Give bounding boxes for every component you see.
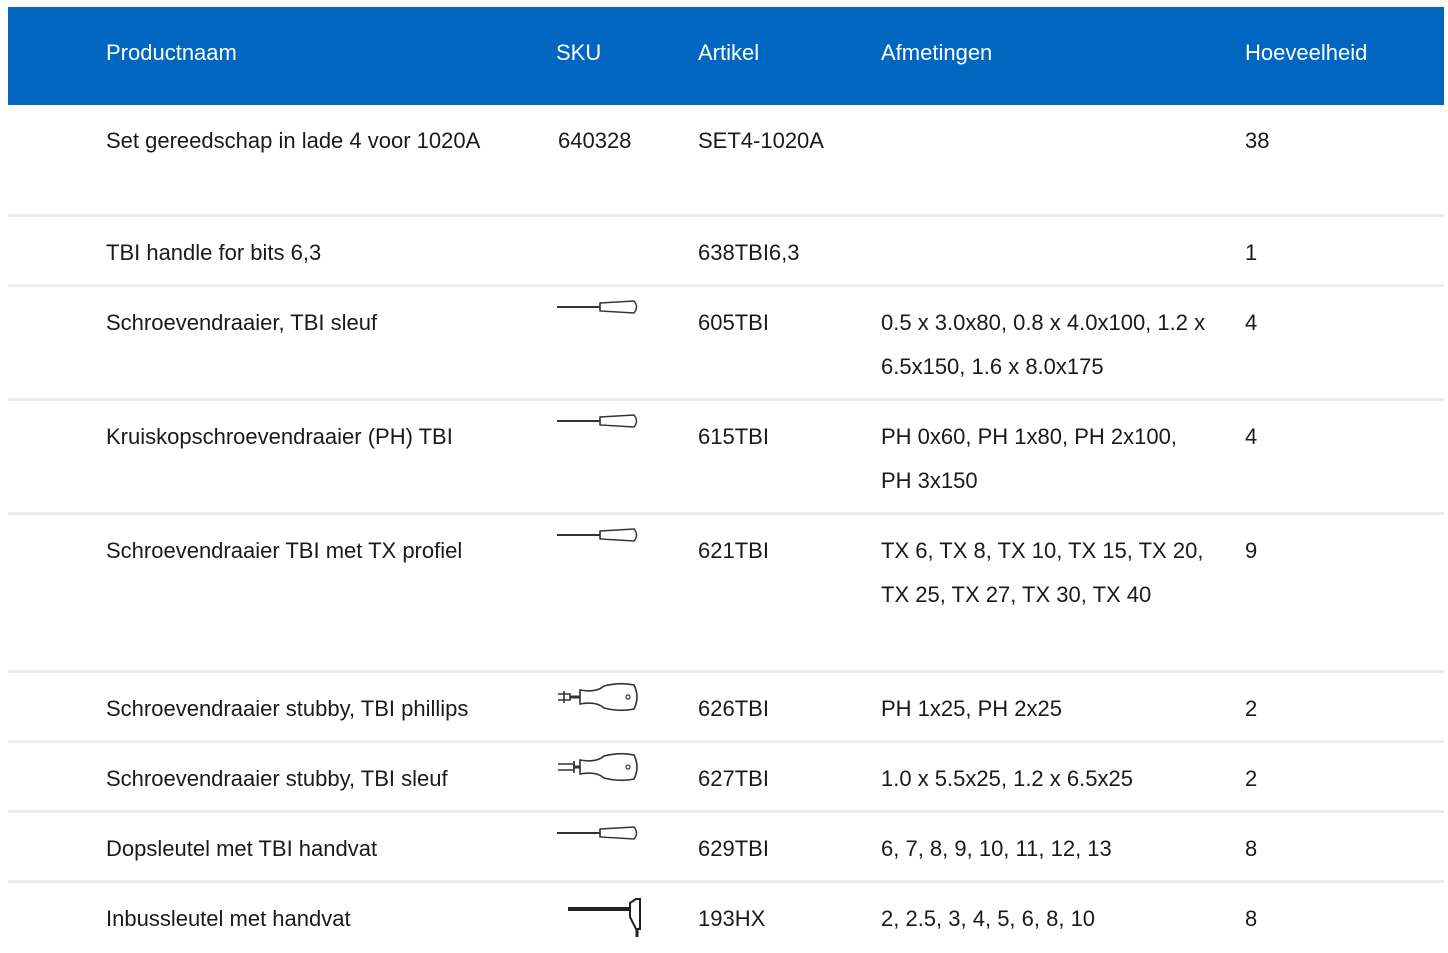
header-article[interactable]: Artikel xyxy=(698,7,868,105)
product-name[interactable]: Inbussleutel met handvat xyxy=(106,897,526,941)
product-article: 615TBI xyxy=(698,424,769,449)
header-dimensions[interactable]: Afmetingen xyxy=(881,7,1211,105)
table-header: Productnaam SKU Artikel Afmetingen Hoeve… xyxy=(8,7,1444,105)
product-dimensions: PH 0x60, PH 1x80, PH 2x100, PH 3x150 xyxy=(881,424,1177,493)
screwdriver-icon xyxy=(557,414,638,428)
product-name[interactable]: TBI handle for bits 6,3 xyxy=(106,231,526,275)
product-name[interactable]: Schroevendraaier stubby, TBI sleuf xyxy=(106,757,526,801)
product-quantity: 8 xyxy=(1245,836,1258,861)
product-dimensions: 2, 2.5, 3, 4, 5, 6, 8, 10 xyxy=(881,906,1096,931)
screwdriver-icon xyxy=(557,826,638,840)
product-article: 605TBI xyxy=(698,310,769,335)
product-quantity: 2 xyxy=(1245,696,1258,721)
table-row: TBI handle for bits 6,3 638TBI6,3 1 xyxy=(8,217,1444,287)
table-row: Dopsleutel met TBI handvat 629TBI 6, 7, … xyxy=(8,813,1444,883)
product-name[interactable]: Set gereedschap in lade 4 voor 1020A xyxy=(106,119,526,163)
t-handle-hex-key-icon xyxy=(568,898,641,937)
product-name[interactable]: Kruiskopschroevendraaier (PH) TBI xyxy=(106,415,526,459)
product-article: 629TBI xyxy=(698,836,769,861)
product-name[interactable]: Dopsleutel met TBI handvat xyxy=(106,827,526,871)
product-name[interactable]: Schroevendraaier stubby, TBI phillips xyxy=(106,687,526,731)
product-article: 626TBI xyxy=(698,696,769,721)
table-row: Schroevendraaier TBI met TX profiel 621T… xyxy=(8,515,1444,673)
product-article: 193HX xyxy=(698,906,766,931)
header-product-name[interactable]: Productnaam xyxy=(106,7,526,105)
table-row: Schroevendraaier stubby, TBI sleuf 627TB… xyxy=(8,743,1444,813)
product-article: 627TBI xyxy=(698,766,769,791)
table-row: Schroevendraaier, TBI sleuf 605TBI 0.5 x… xyxy=(8,287,1444,401)
product-sku: 640328 xyxy=(558,128,632,153)
product-dimensions: 1.0 x 5.5x25, 1.2 x 6.5x25 xyxy=(881,766,1133,791)
product-dimensions: 6, 7, 8, 9, 10, 11, 12, 13 xyxy=(881,836,1112,861)
screwdriver-icon xyxy=(557,528,638,542)
product-article: SET4-1020A xyxy=(698,128,824,153)
product-name[interactable]: Schroevendraaier TBI met TX profiel xyxy=(106,529,526,573)
screwdriver-icon xyxy=(557,300,638,314)
product-dimensions: PH 1x25, PH 2x25 xyxy=(881,696,1062,721)
product-table: Productnaam SKU Artikel Afmetingen Hoeve… xyxy=(8,7,1444,953)
stubby-phillips-icon xyxy=(558,682,638,712)
product-quantity: 38 xyxy=(1245,128,1270,153)
table-row: Kruiskopschroevendraaier (PH) TBI 615TBI… xyxy=(8,401,1444,515)
product-dimensions: 0.5 x 3.0x80, 0.8 x 4.0x100, 1.2 x 6.5x1… xyxy=(881,310,1206,379)
product-article: 621TBI xyxy=(698,538,769,563)
product-quantity: 1 xyxy=(1245,240,1258,265)
product-quantity: 8 xyxy=(1245,906,1258,931)
header-sku[interactable]: SKU xyxy=(556,7,666,105)
product-quantity: 4 xyxy=(1245,310,1258,335)
header-quantity[interactable]: Hoeveelheid xyxy=(1245,7,1367,105)
product-name[interactable]: Schroevendraaier, TBI sleuf xyxy=(106,301,526,345)
product-article: 638TBI6,3 xyxy=(698,240,800,265)
table-row: Set gereedschap in lade 4 voor 1020A 640… xyxy=(8,105,1444,217)
product-quantity: 2 xyxy=(1245,766,1258,791)
table-row: Schroevendraaier stubby, TBI phillips 62… xyxy=(8,673,1444,743)
product-dimensions: TX 6, TX 8, TX 10, TX 15, TX 20, TX 25, … xyxy=(881,538,1204,607)
product-quantity: 9 xyxy=(1245,538,1258,563)
table-row: Inbussleutel met handvat 193HX 2, 2.5, 3… xyxy=(8,883,1444,953)
product-quantity: 4 xyxy=(1245,424,1258,449)
stubby-slotted-icon xyxy=(558,752,638,782)
